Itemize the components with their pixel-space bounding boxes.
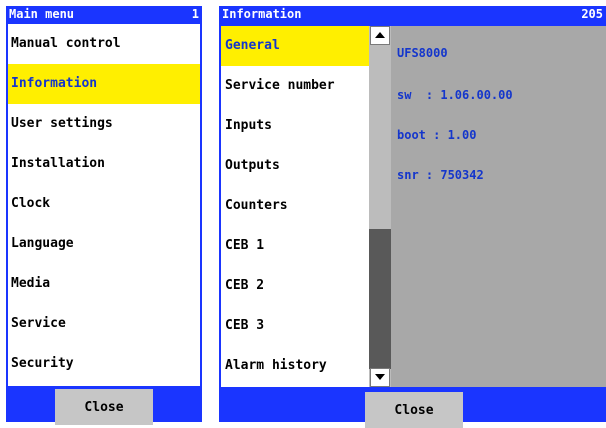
information-titlebar: Information 205	[219, 6, 606, 23]
menu-item-user-settings[interactable]: User settings	[8, 104, 200, 144]
info-item-ceb-2[interactable]: CEB 2	[221, 266, 369, 306]
information-detail-pane: UFS8000 sw : 1.06.00.00 boot : 1.00 snr …	[391, 26, 606, 387]
info-list-scrollbar[interactable]	[369, 26, 391, 387]
info-item-ceb-1[interactable]: CEB 1	[221, 226, 369, 266]
menu-item-clock[interactable]: Clock	[8, 184, 200, 224]
scroll-up-button[interactable]	[370, 26, 390, 45]
menu-item-service[interactable]: Service	[8, 304, 200, 344]
information-list: General Service number Inputs Outputs Co…	[221, 26, 369, 387]
main-menu-close-button[interactable]: Close	[55, 389, 153, 425]
arrow-down-icon	[375, 374, 385, 380]
main-menu-panel: Main menu 1 Manual control Information U…	[6, 6, 202, 425]
info-item-inputs[interactable]: Inputs	[221, 106, 369, 146]
info-item-alarm-history[interactable]: Alarm history	[221, 346, 369, 386]
info-item-general[interactable]: General	[221, 26, 369, 66]
menu-item-security[interactable]: Security	[8, 344, 200, 384]
menu-item-media[interactable]: Media	[8, 264, 200, 304]
information-close-button[interactable]: Close	[365, 392, 463, 428]
main-menu-title: Main menu	[9, 7, 75, 21]
main-menu-titlebar: Main menu 1	[6, 6, 202, 23]
information-panel: Information 205 General Service number I…	[219, 6, 606, 428]
menu-item-language[interactable]: Language	[8, 224, 200, 264]
menu-item-manual-control[interactable]: Manual control	[8, 24, 200, 64]
main-menu-list: Manual control Information User settings…	[8, 24, 200, 386]
arrow-up-icon	[375, 32, 385, 38]
boot-version: boot : 1.00	[397, 128, 477, 142]
scrollbar-thumb[interactable]	[369, 45, 391, 229]
software-version: sw : 1.06.00.00	[397, 88, 513, 102]
scrollbar-track-lower[interactable]	[369, 229, 391, 369]
main-menu-page-number: 1	[191, 7, 199, 21]
information-page-number: 205	[581, 7, 603, 21]
info-item-service-number[interactable]: Service number	[221, 66, 369, 106]
serial-number: snr : 750342	[397, 168, 484, 182]
scroll-down-button[interactable]	[370, 368, 390, 387]
menu-item-information[interactable]: Information	[8, 64, 200, 104]
info-item-ceb-3[interactable]: CEB 3	[221, 306, 369, 346]
model-name: UFS8000	[397, 46, 448, 60]
info-item-outputs[interactable]: Outputs	[221, 146, 369, 186]
menu-item-installation[interactable]: Installation	[8, 144, 200, 184]
info-item-counters[interactable]: Counters	[221, 186, 369, 226]
information-title: Information	[222, 7, 302, 21]
